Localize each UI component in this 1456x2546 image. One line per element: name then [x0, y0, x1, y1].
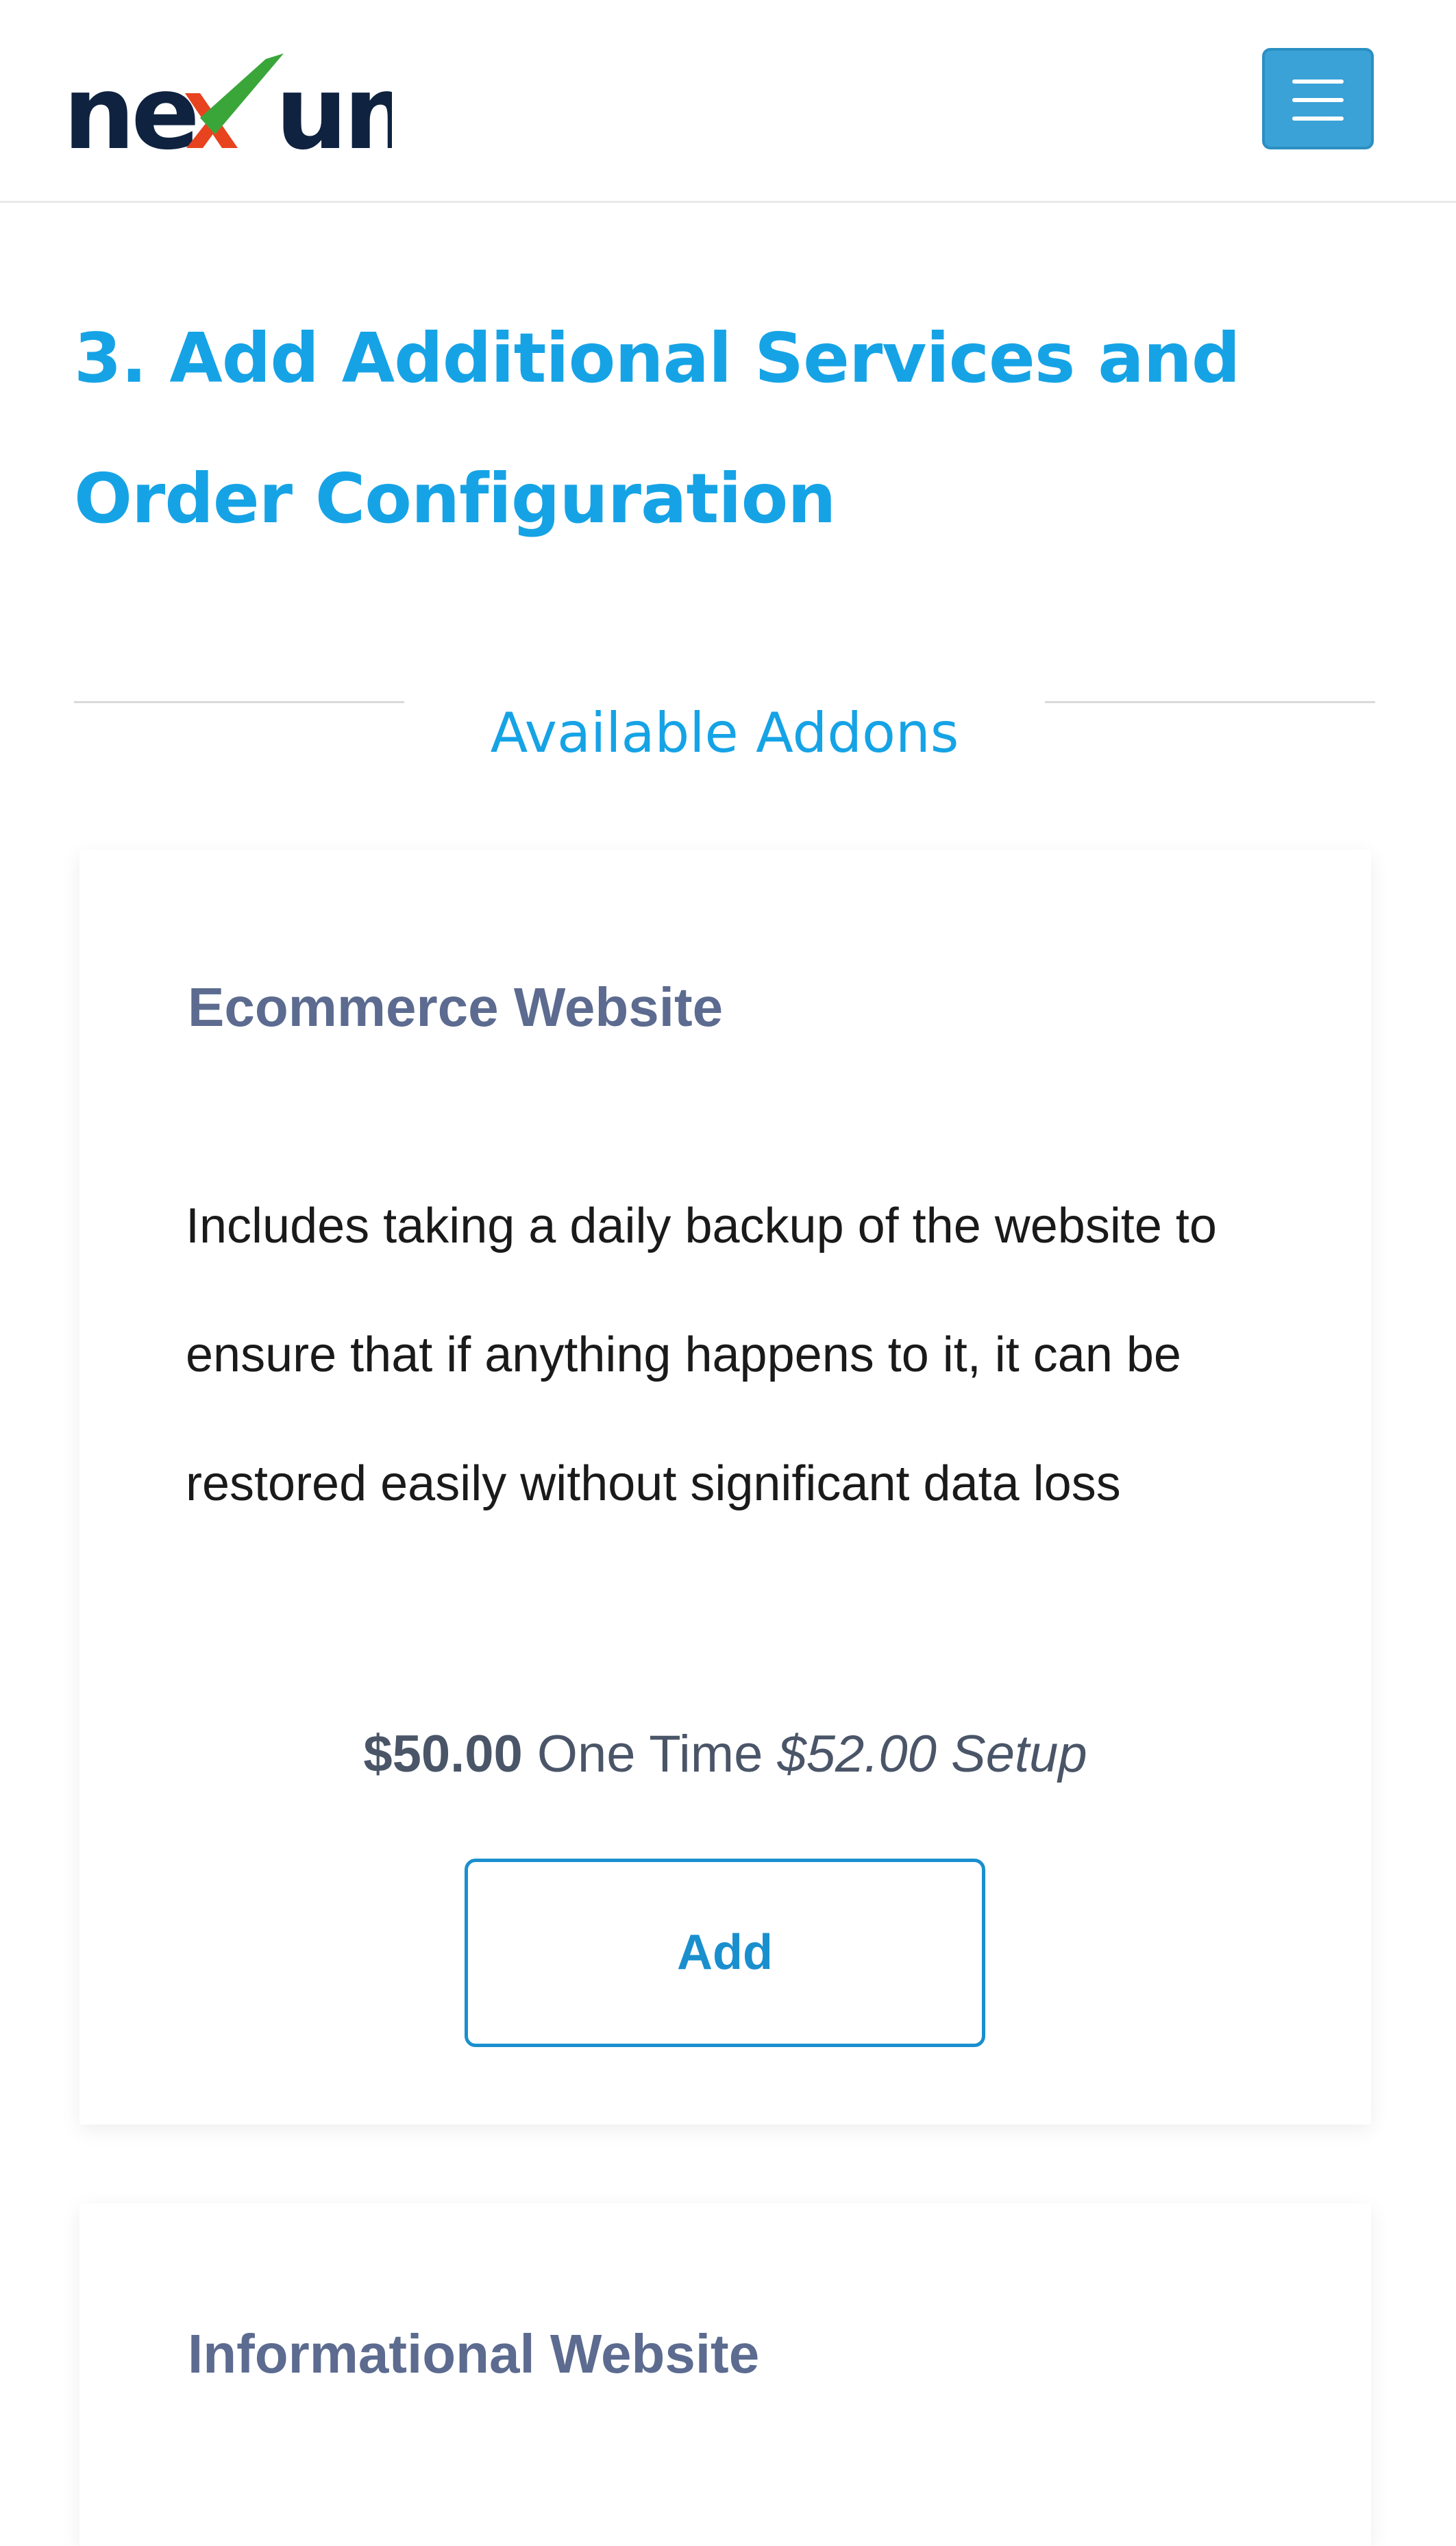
- svg-text:um: um: [275, 54, 392, 160]
- addons-heading: Available Addons: [490, 701, 959, 765]
- svg-text:ne: ne: [63, 54, 196, 160]
- addon-name: Informational Website: [188, 2323, 760, 2384]
- addon-description: Includes taking a daily backup of the we…: [186, 1199, 1217, 1511]
- addon-card: Ecommerce Website Includes taking a dail…: [79, 850, 1371, 2125]
- divider-left: [74, 701, 404, 703]
- nexum-logo[interactable]: ne um: [63, 44, 392, 160]
- site-header: ne um: [0, 0, 1456, 203]
- setup-fee: $52.00 Setup: [777, 1725, 1087, 1783]
- add-addon-button[interactable]: Add: [465, 1859, 985, 2047]
- price-term: One Time: [536, 1725, 763, 1783]
- divider-right: [1045, 701, 1375, 703]
- addon-card: Informational Website: [79, 2203, 1371, 2546]
- price-amount: $50.00: [363, 1725, 523, 1783]
- addon-price: $50.00 One Time $52.00 Setup: [79, 1720, 1371, 1789]
- page-title: 3. Add Additional Services and Order Con…: [74, 318, 1240, 539]
- addon-name: Ecommerce Website: [188, 977, 724, 1038]
- hamburger-menu-button[interactable]: [1262, 48, 1374, 149]
